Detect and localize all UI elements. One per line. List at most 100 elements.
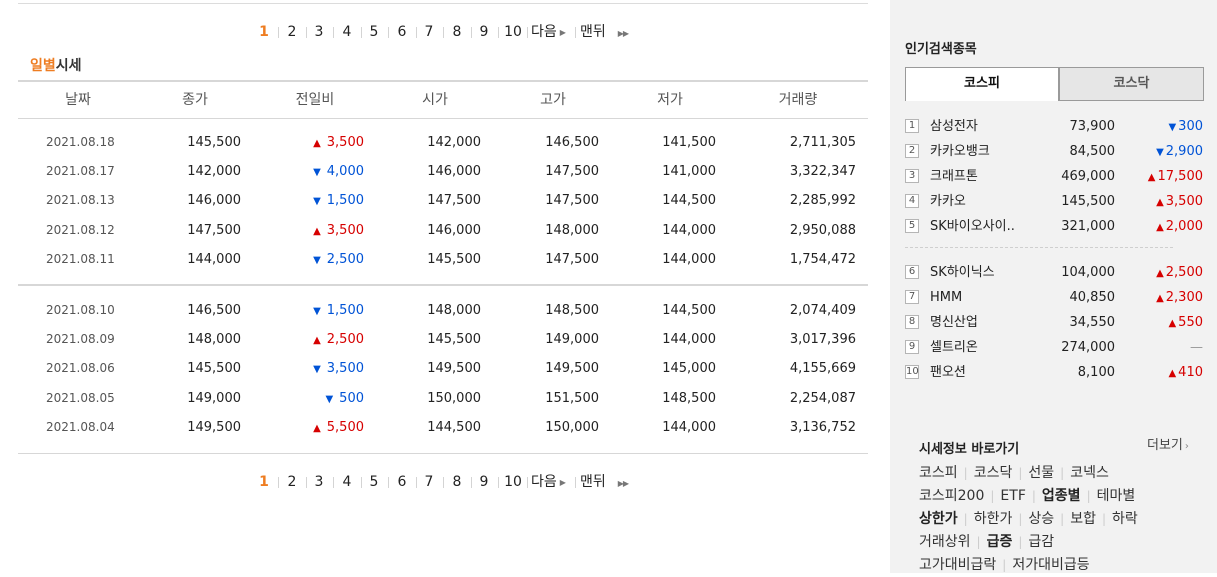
stock-price: 469,000 — [1061, 169, 1115, 184]
popular-stock-item[interactable]: 1 삼성전자 73,900 ▼ 300 — [905, 114, 1205, 139]
quick-link-row: 상한가 | 하한가 | 상승 | 보합 | 하락 — [919, 508, 1138, 531]
page-link-8[interactable]: 8 — [445, 21, 469, 43]
quick-link[interactable]: 보합 — [1070, 511, 1096, 527]
triangle-up-icon: ▲ — [1156, 268, 1164, 279]
volume-cell: 2,285,992 — [789, 193, 856, 208]
quick-link[interactable]: 거래상위 — [919, 534, 971, 550]
quick-link[interactable]: 코스닥 — [974, 465, 1013, 481]
page-link-4[interactable]: 4 — [335, 21, 359, 43]
table-row: 2021.08.06 145,500 149,500 149,500 145,000 4,… — [18, 354, 868, 383]
stock-change: ▲ 410 — [1120, 360, 1203, 386]
low-cell: 144,000 — [662, 332, 716, 347]
popular-stock-item[interactable]: 10 팬오션 8,100 ▲ 410 — [905, 360, 1205, 385]
link-separator: | — [1060, 466, 1065, 480]
tab-kosdaq[interactable]: 코스닥 — [1059, 67, 1204, 101]
popular-stock-item[interactable]: 3 크래프톤 469,000 ▲ 17,500 — [905, 164, 1205, 189]
high-cell: 148,500 — [545, 303, 599, 318]
popular-stock-item[interactable]: 2 카카오뱅크 84,500 ▼ 2,900 — [905, 139, 1205, 164]
quick-link[interactable]: 저가대비급등 — [1012, 557, 1089, 573]
change-value: 410 — [1178, 365, 1203, 380]
volume-cell: 4,155,669 — [789, 361, 856, 376]
page-link-3[interactable]: 3 — [307, 471, 331, 493]
page-link-1[interactable]: 1 — [252, 21, 276, 43]
rank-badge: 10 — [905, 365, 919, 379]
popular-stock-item[interactable]: 5 SK바이오사이.. 321,000 ▲ 2,000 — [905, 214, 1205, 239]
quick-link[interactable]: 코스피 — [919, 465, 958, 481]
quick-link[interactable]: 고가대비급락 — [919, 557, 996, 573]
open-cell: 150,000 — [427, 391, 481, 406]
popular-stock-item[interactable]: 9 셀트리온 274,000 — — [905, 335, 1205, 360]
more-link[interactable]: 더보기 › — [1147, 434, 1189, 453]
page-separator — [498, 27, 499, 38]
page-link-5[interactable]: 5 — [362, 21, 386, 43]
quick-link[interactable]: 하한가 — [974, 511, 1013, 527]
main-content: 1 2 3 4 5 6 7 8 9 10 다음 ▶ 맨뒤 ▶▶ 일별시세 날짜 종가 전일비 시가 고가 저가 거래량… — [0, 0, 890, 573]
page-link-3[interactable]: 3 — [307, 21, 331, 43]
page-link-10[interactable]: 10 — [501, 21, 525, 43]
triangle-down-icon: ▼ — [313, 196, 321, 207]
quick-link[interactable]: 선물 — [1028, 465, 1054, 481]
close-cell: 147,500 — [187, 223, 241, 238]
quick-link[interactable]: ETF — [1000, 488, 1025, 504]
page-link-9[interactable]: 9 — [472, 21, 496, 43]
quick-link[interactable]: 급감 — [1028, 534, 1054, 550]
page-separator — [333, 27, 334, 38]
popular-stock-item[interactable]: 4 카카오 145,500 ▲ 3,500 — [905, 189, 1205, 214]
date-cell: 2021.08.12 — [46, 223, 115, 237]
stock-change: ▼ 2,900 — [1120, 139, 1203, 165]
triangle-down-icon: ▼ — [325, 394, 334, 405]
triangle-up-icon: ▲ — [1156, 222, 1164, 233]
close-cell: 145,500 — [187, 361, 241, 376]
close-cell: 149,000 — [187, 391, 241, 406]
popular-stock-item[interactable]: 8 명신산업 34,550 ▲ 550 — [905, 310, 1205, 335]
next-page-link[interactable]: 다음 ▶ — [531, 21, 566, 44]
quick-link[interactable]: 코넥스 — [1070, 465, 1109, 481]
close-cell: 148,000 — [187, 332, 241, 347]
high-cell: 147,500 — [545, 164, 599, 179]
page-link-5[interactable]: 5 — [362, 471, 386, 493]
quick-link[interactable]: 업종별 — [1042, 488, 1081, 504]
page-link-6[interactable]: 6 — [390, 471, 414, 493]
page-link-10[interactable]: 10 — [501, 471, 525, 493]
rank-badge: 8 — [905, 315, 919, 329]
page-link-2[interactable]: 2 — [280, 471, 304, 493]
tab-kospi[interactable]: 코스피 — [905, 67, 1059, 101]
quick-link[interactable]: 코스피200 — [919, 488, 984, 504]
change-cell: ▲ 3,500 — [313, 128, 364, 158]
popular-stock-item[interactable]: 6 SK하이닉스 104,000 ▲ 2,500 — [905, 260, 1205, 285]
page-link-2[interactable]: 2 — [280, 21, 304, 43]
stock-price: 104,000 — [1061, 265, 1115, 280]
next-page-link[interactable]: 다음 ▶ — [531, 471, 566, 494]
page-link-7[interactable]: 7 — [417, 21, 441, 43]
table-row: 2021.08.13 146,000 147,500 147,500 144,500 2,… — [18, 186, 868, 215]
last-page-link[interactable]: 맨뒤 ▶▶ — [580, 471, 629, 495]
triangle-down-icon: ▼ — [313, 364, 321, 375]
change-value: 3,500 — [326, 223, 364, 238]
dash-icon: — — [1190, 340, 1203, 355]
stock-change: ▲ 2,000 — [1120, 214, 1203, 240]
open-cell: 148,000 — [427, 303, 481, 318]
quick-link[interactable]: 테마별 — [1097, 488, 1136, 504]
last-page-link[interactable]: 맨뒤 ▶▶ — [580, 21, 629, 45]
page-link-6[interactable]: 6 — [390, 21, 414, 43]
quick-link[interactable]: 상승 — [1028, 511, 1054, 527]
quick-link[interactable]: 하락 — [1112, 511, 1138, 527]
change-cell: ▼ 2,500 — [313, 245, 364, 275]
page-link-9[interactable]: 9 — [472, 471, 496, 493]
close-cell: 149,500 — [187, 420, 241, 435]
page-link-8[interactable]: 8 — [445, 471, 469, 493]
high-cell: 149,000 — [545, 332, 599, 347]
stock-price: 274,000 — [1061, 340, 1115, 355]
table-row: 2021.08.04 149,500 144,500 150,000 144,000 3,… — [18, 413, 868, 442]
popular-stock-item[interactable]: 7 HMM 40,850 ▲ 2,300 — [905, 285, 1205, 310]
change-value: 1,500 — [326, 193, 364, 208]
quick-link[interactable]: 상한가 — [919, 511, 958, 527]
stock-name: 삼성전자 — [930, 119, 978, 134]
open-cell: 142,000 — [427, 135, 481, 150]
quick-link[interactable]: 급증 — [987, 534, 1013, 550]
change-value: 4,000 — [326, 164, 364, 179]
page-link-7[interactable]: 7 — [417, 471, 441, 493]
page-link-4[interactable]: 4 — [335, 471, 359, 493]
volume-cell: 2,711,305 — [789, 135, 856, 150]
page-link-1[interactable]: 1 — [252, 471, 276, 493]
